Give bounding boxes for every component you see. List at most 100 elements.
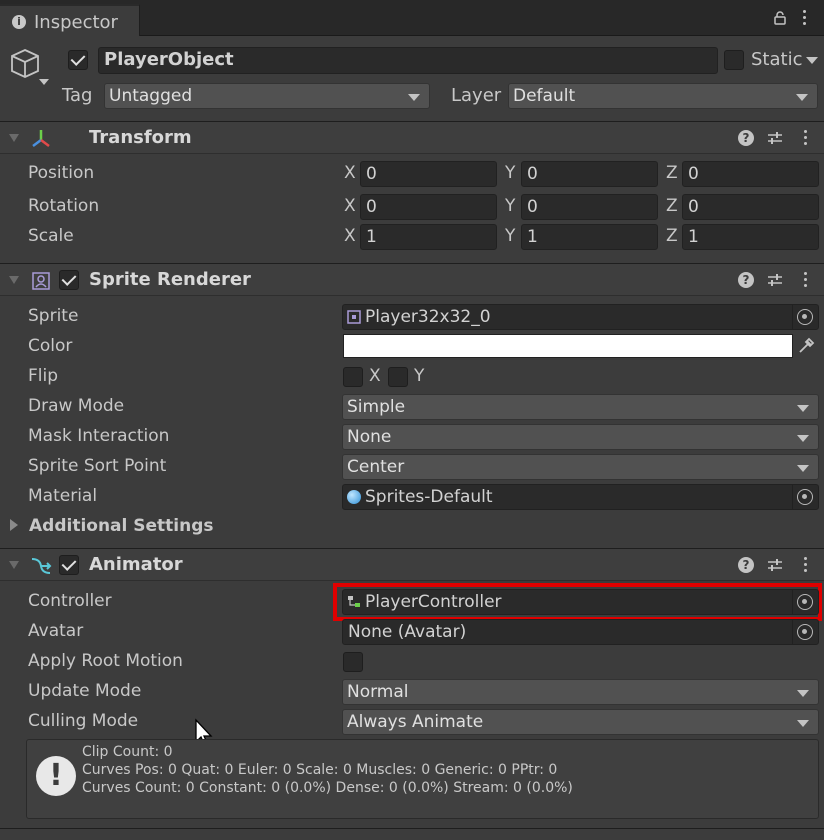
rotation-x-field[interactable]: 0: [360, 194, 497, 220]
draw-mode-dropdown[interactable]: Simple: [342, 394, 819, 420]
sprite-renderer-foldout-icon[interactable]: [9, 276, 19, 284]
presets-icon[interactable]: [767, 131, 783, 145]
sprite-renderer-icon: [32, 272, 50, 290]
layer-label: Layer: [451, 85, 502, 106]
presets-icon[interactable]: [767, 273, 783, 287]
apply-root-motion-checkbox[interactable]: [343, 652, 363, 672]
tab-menu-icon[interactable]: [803, 10, 807, 28]
avatar-field[interactable]: None (Avatar): [342, 619, 819, 645]
animator-info-box: ! Clip Count: 0 Curves Pos: 0 Quat: 0 Eu…: [26, 739, 819, 819]
transform-icon: [32, 130, 50, 147]
flip-y-label: Y: [414, 366, 425, 386]
scale-y-field[interactable]: 1: [521, 224, 658, 250]
eyedropper-icon[interactable]: [797, 337, 815, 355]
transform-header[interactable]: Transform ?: [0, 121, 824, 154]
culling-mode-label: Culling Mode: [28, 711, 139, 731]
component-menu-icon[interactable]: [804, 272, 808, 290]
position-x-field[interactable]: 0: [360, 161, 497, 187]
color-label: Color: [28, 336, 73, 356]
material-field[interactable]: Sprites-Default: [342, 484, 819, 510]
apply-root-motion-label: Apply Root Motion: [28, 651, 183, 671]
animator-controller-asset-icon: [348, 596, 360, 607]
gameobject-cube-icon[interactable]: [8, 46, 50, 88]
sprite-renderer-header[interactable]: Sprite Renderer ?: [0, 263, 824, 296]
help-icon[interactable]: ?: [738, 130, 754, 146]
animator-foldout-icon[interactable]: [9, 561, 19, 569]
static-checkbox[interactable]: [724, 50, 744, 70]
scale-label: Scale: [28, 226, 74, 246]
animator-icon: [31, 558, 52, 574]
tab-bar: i Inspector: [0, 0, 824, 36]
tag-label: Tag: [62, 85, 93, 106]
object-picker-icon[interactable]: [797, 489, 813, 505]
additional-settings-label[interactable]: Additional Settings: [29, 516, 214, 536]
y-label[interactable]: Y: [505, 226, 515, 246]
inspector-tab[interactable]: i Inspector: [0, 4, 140, 36]
component-menu-icon[interactable]: [804, 557, 808, 575]
color-swatch[interactable]: [343, 334, 793, 358]
position-label: Position: [28, 163, 95, 183]
component-menu-icon[interactable]: [804, 130, 808, 148]
divider: [792, 305, 793, 329]
x-label[interactable]: X: [344, 196, 356, 216]
lock-icon[interactable]: [774, 11, 786, 25]
flip-x-checkbox[interactable]: [343, 367, 363, 387]
object-name-input[interactable]: PlayerObject: [98, 47, 718, 74]
sprite-sort-point-dropdown[interactable]: Center: [342, 454, 819, 480]
additional-settings-foldout-icon[interactable]: [10, 519, 18, 531]
divider: [792, 590, 793, 614]
transform-foldout-icon[interactable]: [9, 134, 19, 142]
info-icon: i: [12, 15, 26, 29]
rotation-z-field[interactable]: 0: [682, 194, 819, 220]
info-line: Clip Count: 0: [82, 744, 173, 760]
object-picker-icon[interactable]: [797, 594, 813, 610]
animator-enabled-checkbox[interactable]: [59, 555, 79, 575]
tab-title: Inspector: [34, 12, 118, 33]
y-label[interactable]: Y: [505, 196, 515, 216]
update-mode-dropdown[interactable]: Normal: [342, 679, 819, 705]
controller-field[interactable]: PlayerController: [342, 589, 819, 615]
x-label[interactable]: X: [344, 226, 356, 246]
z-label[interactable]: Z: [666, 196, 678, 216]
culling-mode-dropdown[interactable]: Always Animate: [342, 709, 819, 735]
scale-x-field[interactable]: 1: [360, 224, 497, 250]
z-label[interactable]: Z: [666, 226, 678, 246]
help-icon[interactable]: ?: [738, 272, 754, 288]
animator-title: Animator: [89, 554, 183, 575]
object-picker-icon[interactable]: [797, 309, 813, 325]
material-asset-icon: [347, 490, 361, 504]
info-line: Curves Pos: 0 Quat: 0 Euler: 0 Scale: 0 …: [82, 762, 558, 778]
help-icon[interactable]: ?: [738, 557, 754, 573]
update-mode-label: Update Mode: [28, 681, 142, 701]
x-label[interactable]: X: [344, 163, 356, 183]
animator-header[interactable]: Animator ?: [0, 548, 824, 581]
flip-x-label: X: [369, 366, 381, 386]
active-checkbox[interactable]: [68, 50, 88, 70]
rotation-y-field[interactable]: 0: [521, 194, 658, 220]
info-line: Curves Count: 0 Constant: 0 (0.0%) Dense…: [82, 780, 573, 796]
divider: [792, 485, 793, 509]
tag-dropdown[interactable]: Untagged: [104, 83, 430, 109]
scale-z-field[interactable]: 1: [682, 224, 819, 250]
presets-icon[interactable]: [767, 558, 783, 572]
rotation-label: Rotation: [28, 196, 100, 216]
sprite-field[interactable]: Player32x32_0: [342, 304, 819, 330]
divider: [0, 828, 824, 829]
z-label[interactable]: Z: [666, 163, 678, 183]
position-z-field[interactable]: 0: [682, 161, 819, 187]
controller-label: Controller: [28, 591, 112, 611]
flip-label: Flip: [28, 366, 59, 386]
sprite-renderer-enabled-checkbox[interactable]: [59, 270, 79, 290]
mask-interaction-dropdown[interactable]: None: [342, 424, 819, 450]
static-dropdown-arrow-icon[interactable]: [806, 57, 818, 64]
sprite-label: Sprite: [28, 306, 79, 326]
layer-dropdown[interactable]: Default: [508, 83, 818, 109]
flip-y-checkbox[interactable]: [388, 367, 408, 387]
object-picker-icon[interactable]: [797, 624, 813, 640]
divider: [792, 620, 793, 644]
avatar-label: Avatar: [28, 621, 84, 641]
position-y-field[interactable]: 0: [521, 161, 658, 187]
y-label[interactable]: Y: [505, 163, 515, 183]
info-icon: !: [36, 756, 76, 796]
static-label[interactable]: Static: [751, 49, 802, 70]
